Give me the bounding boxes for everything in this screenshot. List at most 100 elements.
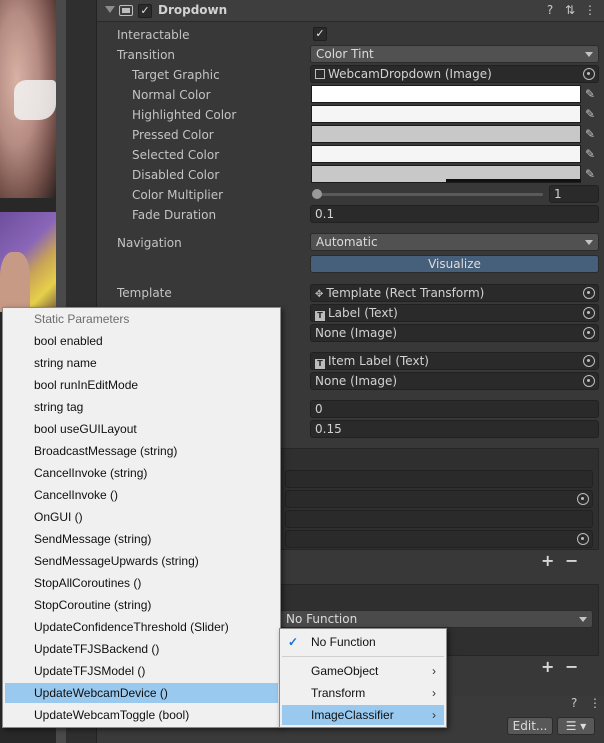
disabled-color-label: Disabled Color [132, 168, 220, 182]
list-options-button[interactable]: ☰ ▾ [557, 717, 595, 735]
object-picker-icon[interactable] [583, 307, 595, 319]
menu-item[interactable]: OnGUI () [5, 507, 278, 527]
eyedropper-icon[interactable]: ✎ [581, 85, 599, 103]
presets-icon[interactable]: ⇅ [563, 3, 577, 17]
fade-duration-field[interactable]: 0.1 [310, 205, 599, 223]
event-function-field[interactable] [285, 510, 593, 528]
menu-item[interactable]: bool runInEditMode [5, 375, 278, 395]
menu-item[interactable]: string name [5, 353, 278, 373]
highlighted-color-swatch[interactable] [311, 105, 581, 123]
target-graphic-value: WebcamDropdown (Image) [328, 67, 492, 81]
object-picker-icon[interactable] [583, 355, 595, 367]
remove-listener-button[interactable]: − [565, 657, 578, 676]
selected-color-swatch[interactable] [311, 145, 581, 163]
menu-item[interactable]: SendMessage (string) [5, 529, 278, 549]
normal-color-label: Normal Color [132, 88, 211, 102]
normal-color-swatch[interactable] [311, 85, 581, 103]
object-picker-icon[interactable] [577, 493, 589, 505]
eyedropper-icon[interactable]: ✎ [581, 125, 599, 143]
menu-item[interactable]: CancelInvoke (string) [5, 463, 278, 483]
object-picker-icon[interactable] [583, 287, 595, 299]
help-icon[interactable]: ? [543, 3, 557, 17]
submenu-item-label: No Function [311, 635, 376, 649]
event-runtime-field[interactable] [285, 470, 593, 488]
object-picker-icon[interactable] [583, 68, 595, 80]
more-options-icon[interactable]: ⋮ [583, 3, 597, 17]
disabled-color-swatch[interactable] [311, 165, 581, 183]
component-header[interactable]: ✓ Dropdown ? ⇅ ⋮ [97, 0, 604, 22]
highlighted-color-label: Highlighted Color [132, 108, 237, 122]
template-field[interactable]: ✥ Template (Rect Transform) [310, 284, 599, 302]
menu-item[interactable]: SendMessageUpwards (string) [5, 551, 278, 571]
interactable-checkbox[interactable]: ✓ [313, 27, 327, 41]
add-listener-button[interactable]: + [541, 551, 554, 570]
color-multiplier-knob[interactable] [312, 189, 322, 199]
submenu-item-label: ImageClassifier [311, 708, 394, 722]
selected-color-label: Selected Color [132, 148, 220, 162]
alpha-bar [446, 179, 581, 182]
submenu-arrow-icon: › [432, 664, 436, 678]
caption-image-value: None (Image) [315, 326, 398, 340]
eyedropper-icon[interactable]: ✎ [581, 165, 599, 183]
menu-item[interactable]: UpdateTFJSModel () [5, 661, 278, 681]
menu-separator [282, 656, 444, 657]
eyedropper-icon[interactable]: ✎ [581, 105, 599, 123]
menu-item[interactable]: bool enabled [5, 331, 278, 351]
navigation-value: Automatic [316, 235, 378, 249]
visualize-button[interactable]: Visualize [310, 255, 599, 273]
component-enabled-checkbox[interactable]: ✓ [138, 4, 152, 18]
menu-item[interactable]: UpdateWebcamDevice () [5, 683, 278, 703]
help-icon[interactable]: ? [571, 696, 577, 710]
menu-item[interactable]: string tag [5, 397, 278, 417]
pressed-color-swatch[interactable] [311, 125, 581, 143]
function-dropdown-value: No Function [286, 612, 358, 626]
chevron-down-icon [585, 52, 593, 57]
caption-text-value: Label (Text) [328, 306, 398, 320]
foldout-arrow-icon[interactable] [105, 6, 115, 13]
target-graphic-field[interactable]: WebcamDropdown (Image) [310, 65, 599, 83]
component-title: Dropdown [158, 3, 228, 17]
menu-item[interactable]: BroadcastMessage (string) [5, 441, 278, 461]
object-picker-icon[interactable] [583, 375, 595, 387]
transition-dropdown[interactable]: Color Tint [310, 45, 599, 63]
submenu-item[interactable]: Transform › [282, 683, 444, 703]
caption-text-field[interactable]: T Label (Text) [310, 304, 599, 322]
object-picker-icon[interactable] [583, 327, 595, 339]
alpha-fade-speed-field[interactable]: 0.15 [310, 420, 599, 438]
function-menu: Static Parameters bool enabled string nam… [2, 307, 281, 728]
item-image-field[interactable]: None (Image) [310, 372, 599, 390]
navigation-dropdown[interactable]: Automatic [310, 233, 599, 251]
menu-item[interactable]: StopCoroutine (string) [5, 595, 278, 615]
event-object-field[interactable] [285, 490, 593, 508]
submenu-arrow-icon: › [432, 708, 436, 722]
submenu-item[interactable]: No Function ✓ [282, 632, 444, 652]
menu-item[interactable]: UpdateWebcamToggle (bool) [5, 705, 278, 725]
template-label: Template [117, 286, 172, 300]
menu-item[interactable]: UpdateTFJSBackend () [5, 639, 278, 659]
event-param-field[interactable] [285, 530, 593, 548]
eyedropper-icon[interactable]: ✎ [581, 145, 599, 163]
webcam-image-top [0, 0, 56, 198]
edit-button[interactable]: Edit... [507, 717, 553, 735]
more-options-icon[interactable]: ⋮ [589, 696, 601, 710]
remove-listener-button[interactable]: − [565, 551, 578, 570]
menu-item[interactable]: CancelInvoke () [5, 485, 278, 505]
color-multiplier-field[interactable]: 1 [549, 185, 599, 203]
add-listener-button[interactable]: + [541, 657, 554, 676]
menu-item[interactable]: bool useGUILayout [5, 419, 278, 439]
transition-label: Transition [117, 48, 176, 62]
caption-image-field[interactable]: None (Image) [310, 324, 599, 342]
color-multiplier-track[interactable] [313, 193, 543, 196]
menu-item[interactable]: StopAllCoroutines () [5, 573, 278, 593]
submenu-item[interactable]: GameObject › [282, 661, 444, 681]
interactable-label: Interactable [117, 28, 190, 42]
submenu-item[interactable]: ImageClassifier › [282, 705, 444, 725]
menu-item[interactable]: UpdateConfidenceThreshold (Slider) [5, 617, 278, 637]
transition-value: Color Tint [316, 47, 374, 61]
value-field[interactable]: 0 [310, 400, 599, 418]
object-picker-icon[interactable] [577, 533, 589, 545]
item-text-field[interactable]: T Item Label (Text) [310, 352, 599, 370]
color-multiplier-label: Color Multiplier [132, 188, 224, 202]
template-value: Template (Rect Transform) [326, 286, 485, 300]
function-dropdown[interactable]: No Function [280, 610, 593, 628]
